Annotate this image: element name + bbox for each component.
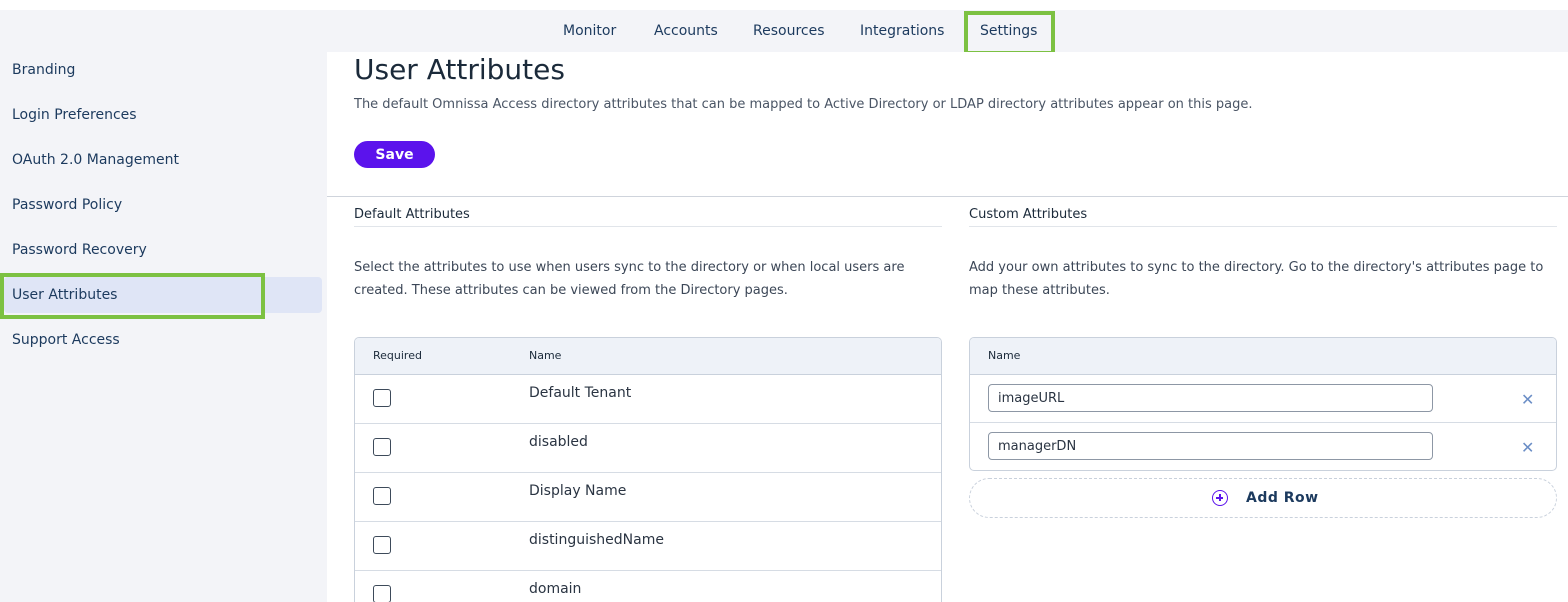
column-header-name: Name: [988, 349, 1021, 362]
default-attributes-table: Required Name Default Tenant disabled Di…: [354, 337, 942, 602]
table-row: disabled: [355, 424, 941, 473]
add-row-label: Add Row: [1246, 490, 1319, 506]
sidebar-item-login-preferences[interactable]: Login Preferences: [12, 107, 137, 123]
close-icon[interactable]: ✕: [1521, 392, 1534, 408]
custom-attribute-input[interactable]: [988, 432, 1433, 460]
sidebar-item-support-access[interactable]: Support Access: [12, 332, 120, 348]
top-navigation: Monitor Accounts Resources Integrations …: [0, 10, 1568, 52]
custom-attributes-title: Custom Attributes: [969, 207, 1088, 222]
attribute-name: disabled: [529, 434, 588, 450]
nav-integrations[interactable]: Integrations: [860, 10, 944, 52]
table-row: domain: [355, 571, 941, 602]
nav-resources[interactable]: Resources: [753, 10, 825, 52]
table-row: ✕: [970, 375, 1556, 423]
sidebar-item-branding[interactable]: Branding: [12, 62, 75, 78]
table-row: Default Tenant: [355, 375, 941, 424]
required-checkbox[interactable]: [373, 487, 391, 505]
custom-attribute-input[interactable]: [988, 384, 1433, 412]
attribute-name: Default Tenant: [529, 385, 632, 401]
attribute-name: domain: [529, 581, 582, 597]
required-checkbox[interactable]: [373, 438, 391, 456]
custom-attributes-divider: [969, 226, 1557, 227]
table-row: Display Name: [355, 473, 941, 522]
required-checkbox[interactable]: [373, 389, 391, 407]
attribute-name: Display Name: [529, 483, 627, 499]
table-row: ✕: [970, 423, 1556, 470]
column-header-name: Name: [529, 349, 562, 362]
required-checkbox[interactable]: [373, 585, 391, 602]
column-header-required: Required: [373, 349, 422, 362]
custom-attributes-description: Add your own attributes to sync to the d…: [969, 260, 1544, 298]
add-row-button[interactable]: Add Row: [969, 478, 1557, 518]
custom-attributes-table: Name ✕ ✕: [969, 337, 1557, 471]
sidebar-item-password-policy[interactable]: Password Policy: [12, 197, 122, 213]
default-attributes-divider: [354, 226, 942, 227]
table-header: Required Name: [355, 338, 941, 375]
save-button[interactable]: Save: [354, 141, 435, 168]
attribute-name: distinguishedName: [529, 532, 664, 548]
table-row: distinguishedName: [355, 522, 941, 571]
default-attributes-title: Default Attributes: [354, 207, 470, 222]
divider: [327, 196, 1568, 197]
required-checkbox[interactable]: [373, 536, 391, 554]
sidebar: [0, 52, 327, 602]
default-attributes-description: Select the attributes to use when users …: [354, 260, 905, 298]
nav-monitor[interactable]: Monitor: [563, 10, 616, 52]
sidebar-active-highlight: [0, 273, 265, 319]
page-title: User Attributes: [354, 53, 565, 86]
plus-circle-icon: [1212, 490, 1228, 506]
page-description: The default Omnissa Access directory att…: [354, 97, 1253, 112]
table-header: Name: [970, 338, 1556, 375]
sidebar-item-password-recovery[interactable]: Password Recovery: [12, 242, 147, 258]
sidebar-item-oauth-management[interactable]: OAuth 2.0 Management: [12, 152, 179, 168]
nav-accounts[interactable]: Accounts: [654, 10, 718, 52]
nav-settings-highlight: [964, 11, 1055, 55]
close-icon[interactable]: ✕: [1521, 440, 1534, 456]
